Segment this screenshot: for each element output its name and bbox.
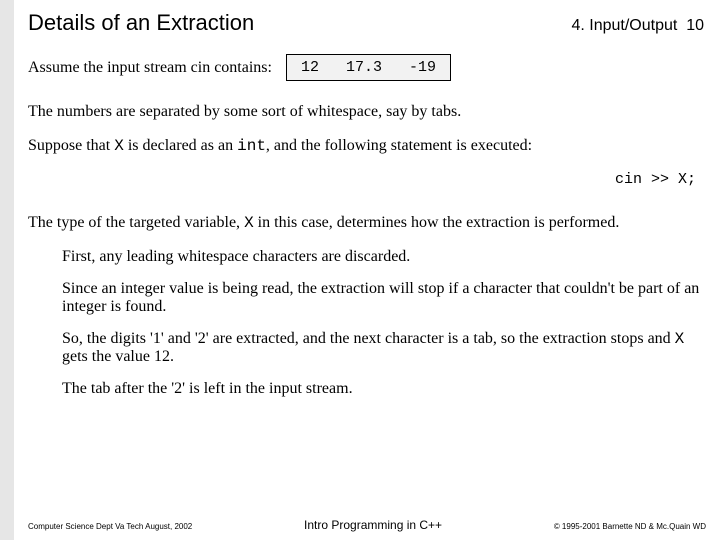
text-fragment: is declared as an [124, 137, 237, 154]
page-number: 10 [686, 17, 704, 34]
paragraph-digits: So, the digits '1' and '2' are extracted… [62, 330, 704, 366]
code-token-x: X [675, 330, 685, 348]
slide-footer: Computer Science Dept Va Tech August, 20… [28, 518, 706, 532]
footer-left: Computer Science Dept Va Tech August, 20… [28, 522, 192, 531]
code-statement: cin >> X; [28, 171, 696, 188]
footer-center: Intro Programming in C++ [304, 518, 442, 532]
paragraph-whitespace: The numbers are separated by some sort o… [28, 103, 704, 121]
paragraph-suppose: Suppose that X is declared as an int, an… [28, 137, 704, 155]
code-token-x: X [114, 137, 124, 155]
text-fragment: gets the value 12. [62, 348, 174, 365]
section-label: 4. Input/Output [571, 17, 677, 34]
paragraph-discard: First, any leading whitespace characters… [62, 248, 704, 266]
assume-text: Assume the input stream cin contains: [28, 59, 272, 77]
text-fragment: The type of the targeted variable, [28, 214, 244, 231]
slide-header: Details of an Extraction 4. Input/Output… [28, 10, 704, 36]
text-fragment: , and the following statement is execute… [266, 137, 532, 154]
footer-right: © 1995-2001 Barnette ND & Mc.Quain WD [554, 522, 706, 531]
slide-section-page: 4. Input/Output 10 [571, 17, 704, 35]
paragraph-type: The type of the targeted variable, X in … [28, 214, 704, 232]
assume-row: Assume the input stream cin contains: 12… [28, 54, 704, 81]
code-token-x: X [244, 214, 254, 232]
paragraph-left: The tab after the '2' is left in the inp… [62, 380, 704, 398]
paragraph-stop: Since an integer value is being read, th… [62, 280, 704, 316]
input-stream-box: 12 17.3 -19 [286, 54, 451, 81]
indented-block: First, any leading whitespace characters… [28, 248, 704, 398]
code-token-int: int [237, 137, 266, 155]
text-fragment: Suppose that [28, 137, 114, 154]
slide-title: Details of an Extraction [28, 10, 254, 36]
text-fragment: So, the digits '1' and '2' are extracted… [62, 330, 675, 347]
text-fragment: in this case, determines how the extract… [254, 214, 620, 231]
